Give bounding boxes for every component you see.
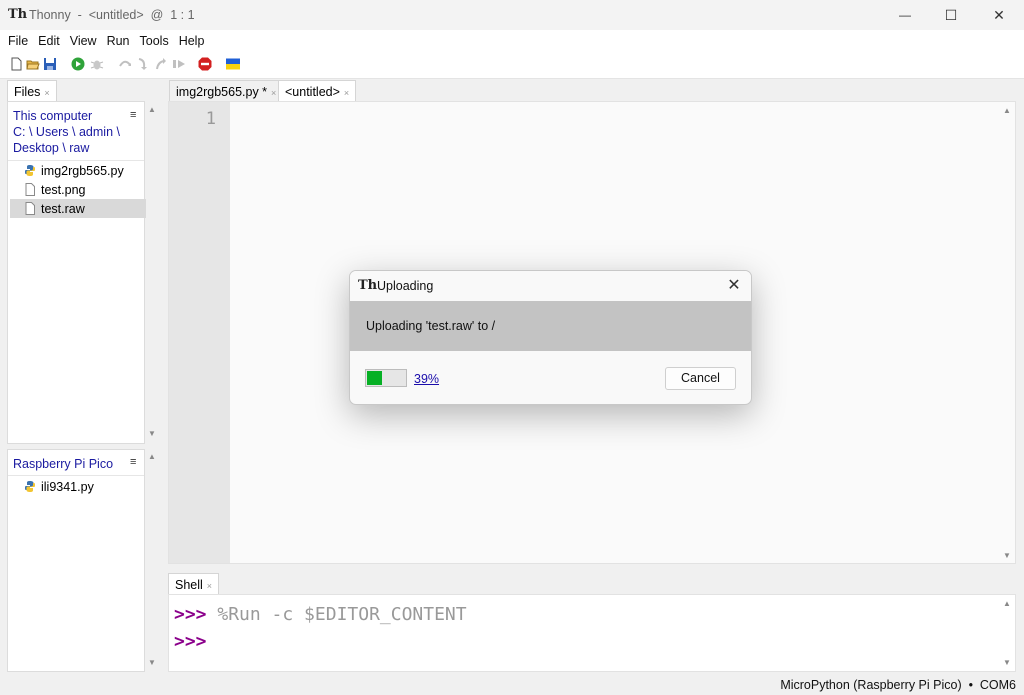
close-icon[interactable]: × bbox=[344, 88, 349, 98]
upload-progress-bar bbox=[365, 369, 407, 387]
file-icon bbox=[25, 202, 35, 215]
scroll-down-arrow-icon[interactable]: ▼ bbox=[146, 429, 158, 439]
shell-tab-label: Shell bbox=[175, 578, 203, 592]
menu-help[interactable]: Help bbox=[174, 34, 210, 48]
ukraine-flag-icon[interactable] bbox=[226, 57, 240, 71]
tab-shell[interactable]: Shell × bbox=[168, 573, 220, 594]
close-icon: ✕ bbox=[993, 6, 1005, 23]
window-title: Thonny - <untitled> @ 1 : 1 bbox=[29, 8, 195, 22]
menu-bar: File Edit View Run Tools Help bbox=[0, 30, 1024, 51]
cancel-button[interactable]: Cancel bbox=[665, 367, 736, 390]
stop-icon[interactable] bbox=[198, 57, 212, 71]
minimize-button[interactable]: — bbox=[882, 0, 928, 30]
file-name: test.raw bbox=[41, 201, 85, 216]
menu-view[interactable]: View bbox=[65, 34, 102, 48]
toolbar bbox=[0, 51, 1024, 79]
device-menu-icon[interactable]: ≡ bbox=[130, 456, 136, 468]
menu-file[interactable]: File bbox=[3, 34, 33, 48]
scroll-down-arrow-icon[interactable]: ▼ bbox=[1001, 551, 1013, 561]
shell-history-line: >>> %Run -c $EDITOR_CONTENT bbox=[174, 604, 467, 625]
files-menu-icon[interactable]: ≡ bbox=[130, 109, 136, 121]
close-icon[interactable]: × bbox=[44, 88, 49, 98]
files-panel: Files × This computer C: \ Users \ admin … bbox=[5, 80, 161, 672]
dialog-title-bar: Th Uploading ✕ bbox=[350, 271, 751, 301]
close-icon[interactable]: × bbox=[207, 581, 212, 591]
scroll-down-arrow-icon[interactable]: ▼ bbox=[1001, 658, 1013, 668]
shell-console[interactable]: >>> %Run -c $EDITOR_CONTENT >>> ▲ ▼ bbox=[168, 594, 1016, 672]
run-icon[interactable] bbox=[71, 57, 85, 71]
status-bar: MicroPython (Raspberry Pi Pico) • COM6 bbox=[0, 674, 1024, 695]
title-bar: Th Thonny - <untitled> @ 1 : 1 — ☐ ✕ bbox=[0, 0, 1024, 30]
list-item[interactable]: img2rgb565.py bbox=[10, 161, 146, 180]
menu-tools[interactable]: Tools bbox=[135, 34, 174, 48]
list-item[interactable]: test.png bbox=[10, 180, 146, 199]
resume-icon[interactable] bbox=[172, 57, 186, 71]
close-icon[interactable]: × bbox=[271, 88, 276, 98]
editor-tab-label: img2rgb565.py * bbox=[176, 85, 268, 99]
scroll-up-arrow-icon[interactable]: ▲ bbox=[146, 452, 158, 462]
save-icon[interactable] bbox=[43, 57, 57, 71]
tab-files[interactable]: Files × bbox=[7, 80, 57, 101]
shell-input-line[interactable]: >>> bbox=[174, 631, 217, 652]
file-name: img2rgb565.py bbox=[41, 163, 124, 178]
file-name: ili9341.py bbox=[41, 479, 94, 494]
thonny-app-icon: Th bbox=[358, 278, 378, 293]
maximize-icon: ☐ bbox=[944, 6, 958, 23]
device-files-pane: Raspberry Pi Pico ≡ ili9341.py bbox=[7, 449, 145, 672]
editor-tab-label: <untitled> bbox=[285, 85, 340, 99]
path-breadcrumb-line1[interactable]: C: \ Users \ admin \ bbox=[13, 124, 120, 140]
scroll-up-arrow-icon[interactable]: ▲ bbox=[1001, 106, 1013, 116]
scroll-up-arrow-icon[interactable]: ▲ bbox=[1001, 599, 1013, 609]
path-breadcrumb-line2[interactable]: Desktop \ raw bbox=[13, 140, 89, 156]
local-files-pane: This computer C: \ Users \ admin \ Deskt… bbox=[7, 101, 146, 444]
step-out-icon[interactable] bbox=[154, 57, 168, 71]
progress-fill bbox=[367, 371, 382, 385]
scroll-up-arrow-icon[interactable]: ▲ bbox=[146, 105, 158, 115]
divider bbox=[8, 475, 144, 476]
progress-percentage: 39% bbox=[414, 372, 440, 386]
close-icon[interactable]: ✕ bbox=[724, 276, 744, 296]
thonny-app-icon: Th bbox=[8, 7, 28, 22]
open-file-icon[interactable] bbox=[26, 57, 40, 71]
upload-dialog: Th Uploading ✕ Uploading 'test.raw' to /… bbox=[349, 270, 752, 405]
computer-header[interactable]: This computer bbox=[13, 108, 92, 124]
upload-message: Uploading 'test.raw' to / bbox=[366, 319, 496, 333]
close-window-button[interactable]: ✕ bbox=[976, 0, 1022, 30]
python-file-icon bbox=[25, 481, 35, 492]
files-tab-label: Files bbox=[14, 85, 41, 99]
minimize-icon: — bbox=[899, 8, 911, 22]
dialog-message-band: Uploading 'test.raw' to / bbox=[350, 301, 751, 351]
file-icon bbox=[25, 183, 35, 196]
list-item-selected[interactable]: test.raw bbox=[10, 199, 146, 218]
tab-img2rgb565[interactable]: img2rgb565.py * × bbox=[169, 80, 284, 101]
maximize-button[interactable]: ☐ bbox=[928, 0, 974, 30]
shell-prompt: >>> bbox=[174, 631, 218, 652]
line-number-gutter: 1 bbox=[169, 102, 230, 563]
menu-run[interactable]: Run bbox=[102, 34, 135, 48]
device-header[interactable]: Raspberry Pi Pico bbox=[13, 456, 113, 472]
python-file-icon bbox=[25, 165, 35, 176]
file-name: test.png bbox=[41, 182, 86, 197]
tab-untitled[interactable]: <untitled> × bbox=[278, 80, 357, 101]
line-number: 1 bbox=[205, 109, 216, 129]
step-over-icon[interactable] bbox=[118, 57, 132, 71]
new-file-icon[interactable] bbox=[9, 57, 23, 71]
dialog-title: Uploading bbox=[377, 279, 434, 293]
menu-edit[interactable]: Edit bbox=[33, 34, 65, 48]
shell-command: %Run -c $EDITOR_CONTENT bbox=[217, 604, 467, 625]
shell-prompt: >>> bbox=[174, 604, 218, 625]
list-item[interactable]: ili9341.py bbox=[10, 477, 146, 496]
debug-icon[interactable] bbox=[90, 57, 104, 71]
step-into-icon[interactable] bbox=[136, 57, 150, 71]
interpreter-status[interactable]: MicroPython (Raspberry Pi Pico) • COM6 bbox=[780, 678, 1016, 692]
scroll-down-arrow-icon[interactable]: ▼ bbox=[146, 658, 158, 668]
